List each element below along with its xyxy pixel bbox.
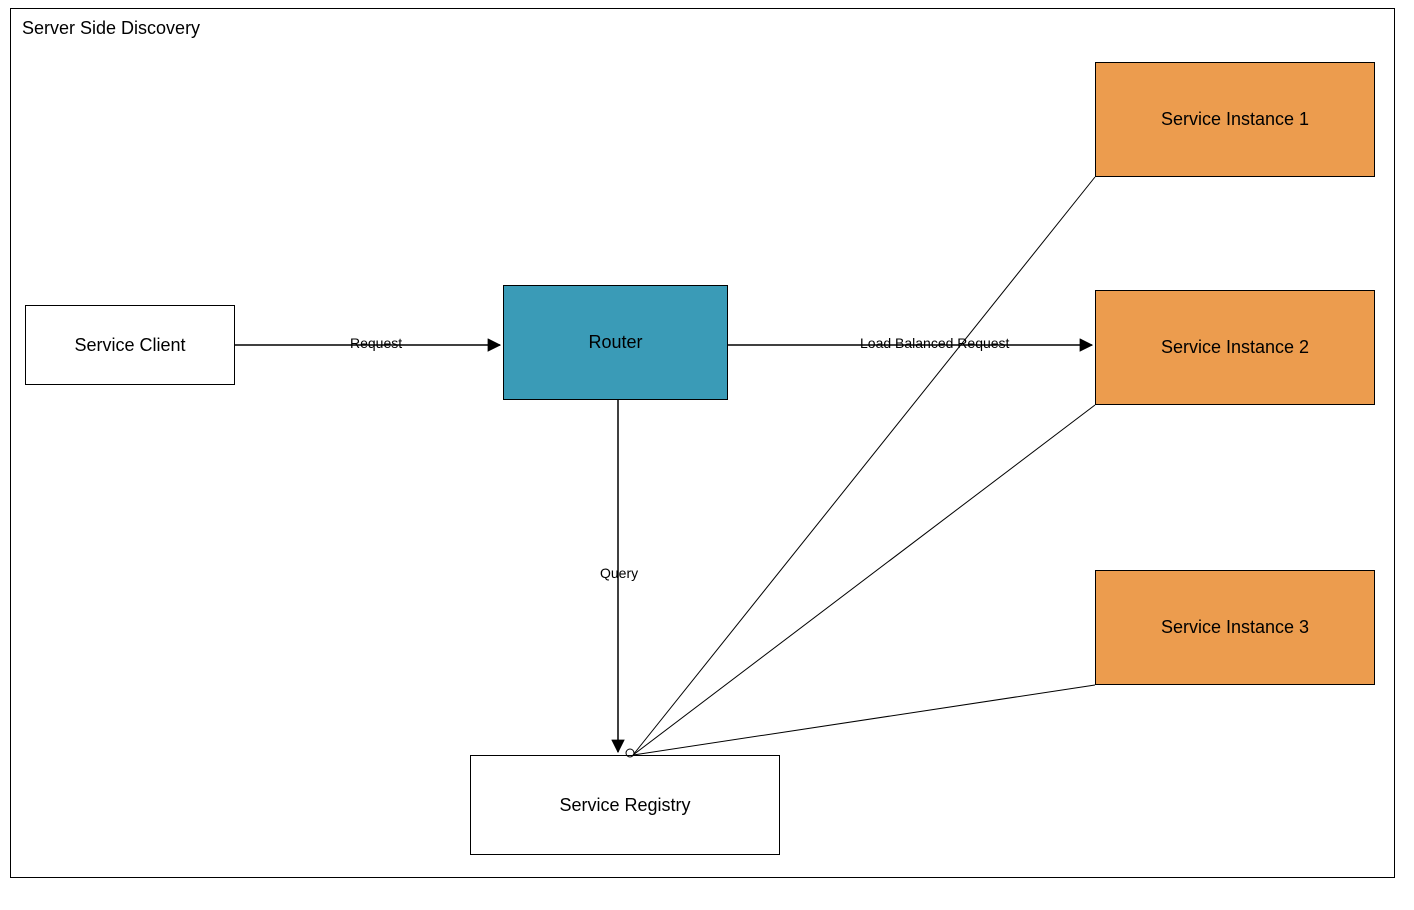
node-router: Router — [503, 285, 728, 400]
node-service-registry: Service Registry — [470, 755, 780, 855]
node-service-registry-label: Service Registry — [559, 795, 690, 816]
edge-label-load-balanced: Load Balanced Request — [860, 335, 1009, 351]
diagram-container: Server Side Discovery Service Client Rou… — [0, 0, 1414, 910]
edge-label-query: Query — [600, 565, 638, 581]
node-router-label: Router — [588, 332, 642, 353]
edge-label-request: Request — [350, 335, 402, 351]
node-service-instance-2: Service Instance 2 — [1095, 290, 1375, 405]
node-service-client: Service Client — [25, 305, 235, 385]
diagram-title: Server Side Discovery — [22, 18, 200, 39]
node-service-instance-2-label: Service Instance 2 — [1161, 337, 1309, 358]
node-service-client-label: Service Client — [74, 335, 185, 356]
node-service-instance-1-label: Service Instance 1 — [1161, 109, 1309, 130]
node-service-instance-3-label: Service Instance 3 — [1161, 617, 1309, 638]
node-service-instance-3: Service Instance 3 — [1095, 570, 1375, 685]
node-service-instance-1: Service Instance 1 — [1095, 62, 1375, 177]
